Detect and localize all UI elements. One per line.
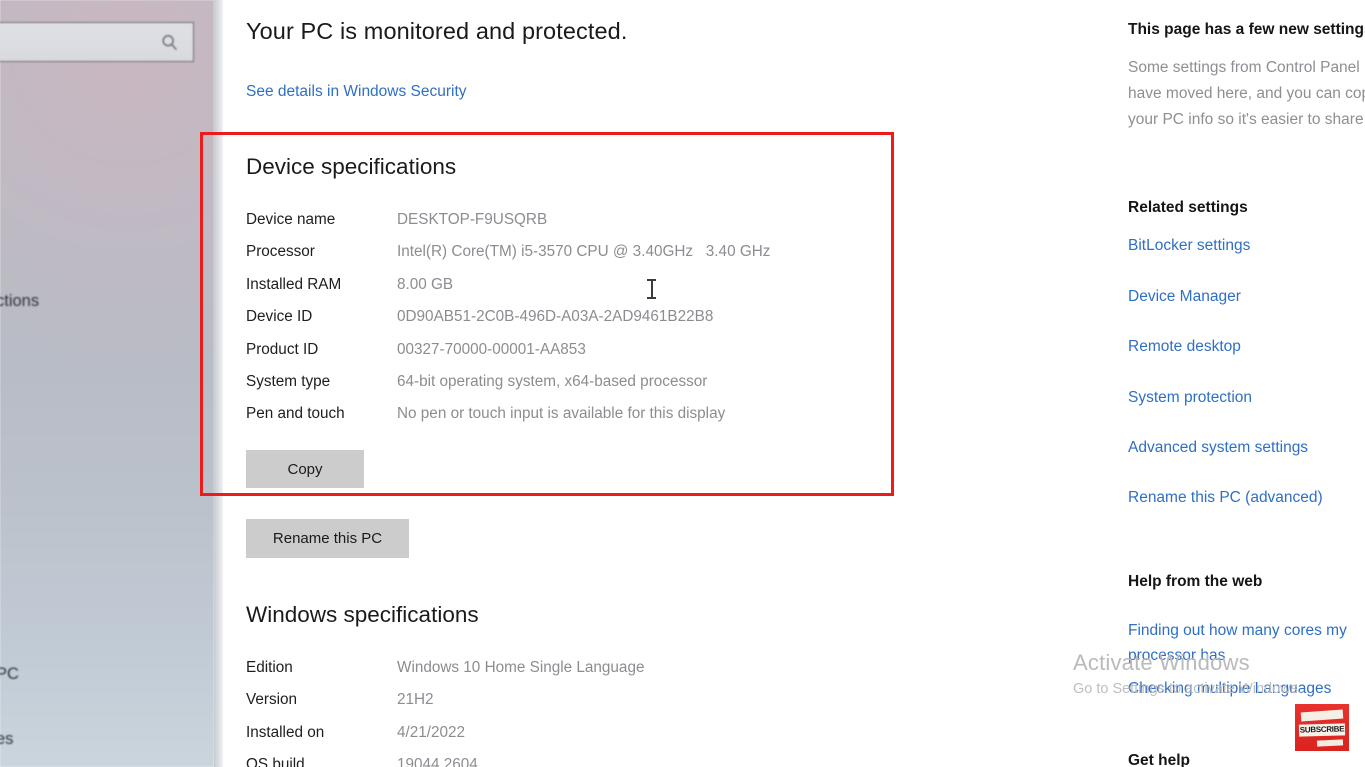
spec-value: 4/21/2022	[397, 723, 466, 741]
spec-label: OS build	[246, 756, 305, 767]
link-device-manager[interactable]: Device Manager	[1128, 284, 1241, 309]
spec-label: Product ID	[246, 340, 319, 358]
device-specifications-title: Device specifications	[246, 154, 457, 179]
pane-divider	[214, 0, 223, 767]
spec-value: Windows 10 Home Single Language	[397, 659, 645, 676]
spec-label: Installed on	[246, 723, 325, 741]
subscribe-badge-top-strip	[1300, 709, 1344, 722]
device-specifications-table: Device name DESKTOP-F9USQRB Processor In…	[246, 211, 770, 438]
screen-root: ctions PC es Your PC is monitored and pr…	[0, 0, 1365, 767]
subscribe-badge-label: SUBSCRIBE	[1298, 723, 1346, 737]
table-row: Installed RAM 8.00 GB	[246, 276, 770, 308]
partial-bottom-heading: Get help	[1128, 752, 1191, 767]
windows-specifications-table: Edition Windows 10 Home Single Language …	[246, 659, 644, 767]
copy-button[interactable]: Copy	[246, 450, 364, 488]
table-row: Edition Windows 10 Home Single Language	[246, 659, 644, 691]
new-settings-heading: This page has a few new settings	[1128, 21, 1365, 38]
table-row: System type 64-bit operating system, x64…	[246, 373, 770, 405]
windows-specifications-title: Windows specifications	[246, 602, 479, 627]
spec-value: 0D90AB51-2C0B-496D-A03A-2AD9461B22B8	[397, 308, 714, 326]
spec-value: 00327-70000-00001-AA853	[397, 340, 586, 358]
spec-value: 64-bit operating system, x64-based proce…	[397, 372, 708, 390]
link-system-protection[interactable]: System protection	[1128, 385, 1252, 410]
help-from-web-heading: Help from the web	[1128, 573, 1263, 590]
related-settings-heading: Related settings	[1128, 199, 1248, 216]
sidebar-fragment-actions[interactable]: ctions	[0, 292, 39, 311]
main-content: Your PC is monitored and protected. See …	[223, 0, 1125, 767]
text-cursor	[647, 279, 656, 299]
new-settings-body: Some settings from Control Panel have mo…	[1128, 59, 1365, 128]
spec-label: Edition	[246, 659, 293, 676]
table-row: Version 21H2	[246, 691, 644, 723]
spec-value: DESKTOP-F9USQRB	[397, 211, 548, 228]
table-row: Product ID 00327-70000-00001-AA853	[246, 341, 770, 373]
sidebar-fragment-es[interactable]: es	[0, 730, 13, 749]
security-status-text: Your PC is monitored and protected.	[246, 18, 628, 44]
rename-this-pc-button[interactable]: Rename this PC	[246, 519, 409, 558]
search-input[interactable]	[0, 22, 194, 62]
link-finding-cores[interactable]: Finding out how many cores my processor …	[1128, 618, 1365, 668]
spec-label: Device ID	[246, 308, 313, 326]
subscribe-badge-bottom-strip	[1316, 739, 1344, 747]
table-row: Device ID 0D90AB51-2C0B-496D-A03A-2AD946…	[246, 308, 770, 340]
spec-value: Intel(R) Core(TM) i5-3570 CPU @ 3.40GHz …	[397, 243, 771, 261]
link-rename-this-pc-advanced[interactable]: Rename this PC (advanced)	[1128, 485, 1323, 510]
spec-value: 21H2	[397, 691, 434, 709]
spec-value: No pen or touch input is available for t…	[397, 405, 726, 423]
link-advanced-system-settings[interactable]: Advanced system settings	[1128, 435, 1308, 460]
spec-label: Processor	[246, 243, 315, 261]
right-sidebar: This page has a few new settings Some se…	[1125, 0, 1365, 767]
table-row: Pen and touch No pen or touch input is a…	[246, 405, 770, 437]
spec-label: System type	[246, 372, 331, 390]
windows-security-link[interactable]: See details in Windows Security	[246, 83, 467, 101]
left-sidebar: ctions PC es	[0, 0, 214, 767]
link-checking-multiple-languages[interactable]: Checking multiple Languages	[1128, 676, 1331, 701]
spec-label: Pen and touch	[246, 405, 345, 423]
link-bitlocker-settings[interactable]: BitLocker settings	[1128, 233, 1250, 258]
spec-label: Version	[246, 691, 298, 709]
spec-value: 8.00 GB	[397, 275, 454, 293]
sidebar-fragment-pc[interactable]: PC	[0, 665, 19, 684]
link-remote-desktop[interactable]: Remote desktop	[1128, 334, 1241, 359]
spec-value: 19044.2604	[397, 756, 478, 767]
table-row: OS build 19044.2604	[246, 756, 644, 767]
spec-label: Installed RAM	[246, 275, 342, 293]
table-row: Device name DESKTOP-F9USQRB	[246, 211, 770, 243]
spec-label: Device name	[246, 211, 336, 228]
search-icon	[162, 35, 177, 51]
table-row: Installed on 4/21/2022	[246, 724, 644, 756]
subscribe-badge[interactable]: SUBSCRIBE	[1295, 704, 1349, 751]
table-row: Processor Intel(R) Core(TM) i5-3570 CPU …	[246, 243, 770, 275]
